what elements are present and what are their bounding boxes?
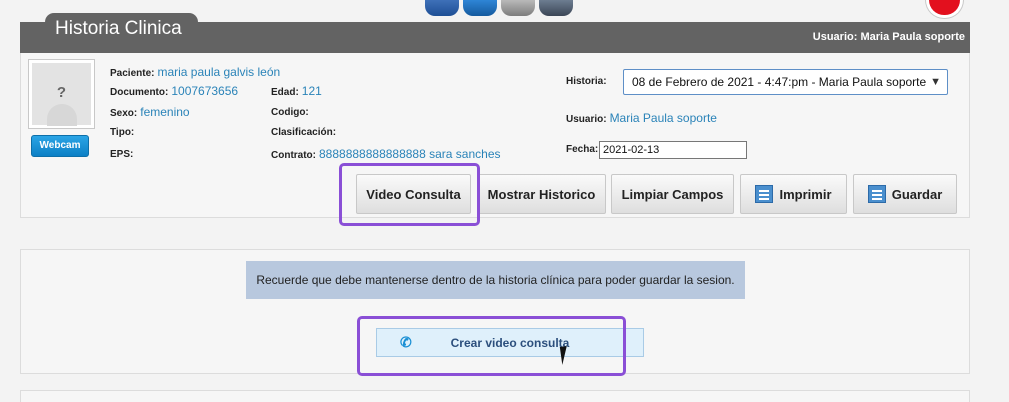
paciente-field: Paciente: maria paula galvis león [110,65,280,79]
limpiar-campos-button[interactable]: Limpiar Campos [611,174,734,214]
historia-select-value: 08 de Febrero de 2021 - 4:47:pm - Maria … [632,75,927,89]
patient-photo: ? [28,59,95,129]
tipo-field: Tipo: [110,127,137,138]
contrato-value: 8888888888888888 sara sanches [319,147,501,161]
bottom-panel [20,390,970,402]
codigo-label: Codigo: [271,107,309,118]
mostrar-historico-label: Mostrar Historico [487,186,596,202]
codigo-field: Codigo: [271,107,312,118]
sexo-field: Sexo: femenino [110,105,190,119]
print-icon[interactable] [501,0,535,16]
guardar-label: Guardar [891,186,943,202]
clasificacion-label: Clasificación: [271,127,337,138]
contrato-field: Contrato: 8888888888888888 sara sanches [271,147,501,161]
usuario-field: Usuario: Maria Paula soporte [566,111,717,125]
documento-field: Documento: 1007673656 [110,84,238,98]
tipo-label: Tipo: [110,127,135,138]
usuario-label: Usuario: [566,114,607,125]
top-toolbar [425,0,573,18]
highlight-video-consulta [339,163,480,226]
fecha-label: Fecha: [566,144,599,155]
mouse-cursor-icon [559,345,577,365]
historia-select[interactable]: 08 de Febrero de 2021 - 4:47:pm - Maria … [623,69,948,95]
imprimir-button[interactable]: Imprimir [740,174,847,214]
documento-label: Documento: [110,87,169,98]
sexo-value: femenino [140,105,190,119]
stack-icon[interactable] [539,0,573,16]
guardar-button[interactable]: Guardar [853,174,957,214]
back-icon[interactable] [425,0,459,16]
eps-field: EPS: [110,149,136,160]
exit-icon[interactable] [926,0,963,18]
documento-value: 1007673656 [171,84,239,98]
highlight-create-video [357,316,626,376]
usuario-value: Maria Paula soporte [609,111,717,125]
edad-label: Edad: [271,87,299,98]
fecha-input[interactable]: 2021-02-13 [599,141,747,159]
photo-placeholder-icon: ? [56,84,67,101]
save-doc-icon [867,185,886,203]
mostrar-historico-button[interactable]: Mostrar Historico [477,174,606,214]
page-title: Historia Clinica [45,13,198,45]
eps-label: EPS: [110,149,134,160]
paciente-label: Paciente: [110,68,155,79]
paciente-value: maria paula galvis león [157,65,281,79]
contrato-label: Contrato: [271,150,316,161]
historia-field: Historia: [566,76,610,87]
users-icon[interactable] [463,0,497,16]
fecha-field: Fecha: [566,144,601,155]
edad-value: 121 [301,84,322,98]
edad-field: Edad: 121 [271,84,322,98]
historia-label: Historia: [566,76,607,87]
clasificacion-field: Clasificación: [271,127,339,138]
limpiar-campos-label: Limpiar Campos [621,186,724,202]
header-user: Usuario: Maria Paula soporte [812,31,965,43]
sexo-label: Sexo: [110,108,138,119]
webcam-button[interactable]: Webcam [31,135,89,157]
print-doc-icon [755,185,774,203]
imprimir-label: Imprimir [779,186,832,202]
silhouette-icon [47,104,77,126]
session-notice: Recuerde que debe mantenerse dentro de l… [246,261,745,299]
chevron-down-icon: ▼ [930,76,941,88]
patient-panel: ? Webcam Paciente: maria paula galvis leó… [20,53,970,218]
